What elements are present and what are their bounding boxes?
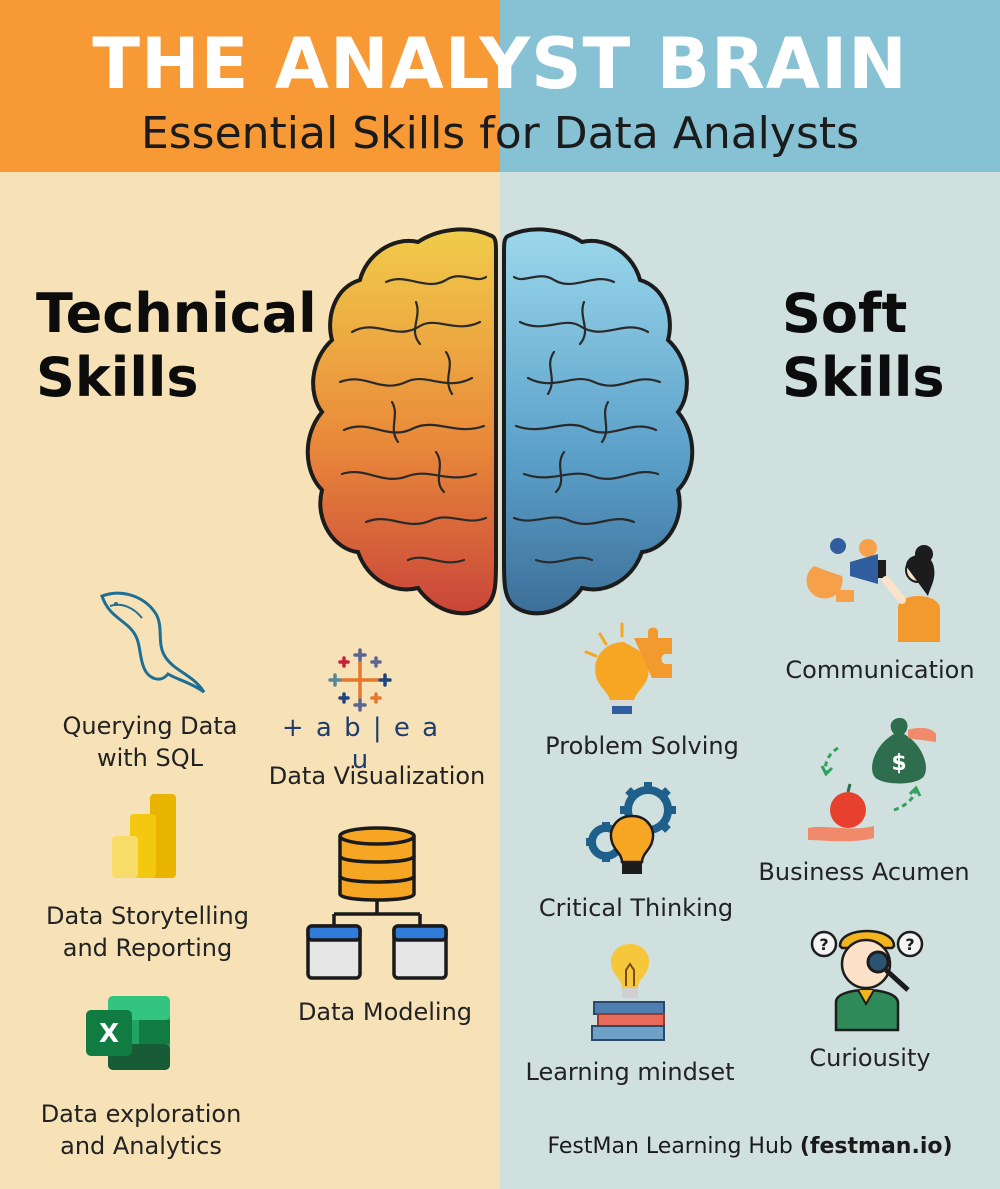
storytelling-label-line2: and Reporting (62, 934, 233, 962)
technical-heading-line1: Technical (36, 282, 317, 345)
question-mark-right: ? (905, 935, 914, 954)
modeling-label-line1: Data Modeling (297, 998, 473, 1026)
excel-icon: X (86, 996, 170, 1070)
storytelling-label-line1: Data Storytelling (46, 902, 249, 930)
sql-label-line1: Querying Data (62, 712, 238, 740)
sql-label-line2: with SQL (96, 744, 204, 772)
soft-skills-heading: Soft Skills (782, 282, 944, 410)
learning-mindset-label-line1: Learning mindset (525, 1058, 735, 1086)
skill-label-business-acumen: Business Acumen (748, 856, 980, 888)
brain-left-hemisphere (305, 227, 498, 616)
footer-link[interactable]: (festman.io) (800, 1134, 953, 1159)
exploration-label-line1: Data exploration (40, 1100, 242, 1128)
footer-text: FestMan Learning Hub (547, 1134, 793, 1159)
skill-label-learning-mindset: Learning mindset (510, 1056, 750, 1088)
tableau-logo-icon (328, 648, 392, 712)
visualization-label-line1: Data Visualization (268, 762, 486, 790)
skill-label-exploration: Data exploration and Analytics (26, 1098, 256, 1162)
gears-lightbulb-icon (586, 782, 676, 874)
skill-label-storytelling: Data Storytelling and Reporting (30, 900, 265, 964)
brain-right-hemisphere (502, 227, 695, 616)
skill-label-communication: Communication (770, 654, 990, 686)
technical-heading-line2: Skills (36, 346, 199, 409)
curiosity-label-line1: Curiousity (809, 1044, 931, 1072)
problem-solving-label-line1: Problem Solving (545, 732, 739, 760)
excel-letter: X (99, 1019, 119, 1049)
money-bag-apple-icon: $ (808, 718, 936, 842)
skill-label-critical-thinking: Critical Thinking (526, 892, 746, 924)
books-lightbulb-icon (591, 944, 665, 1041)
database-model-icon (306, 826, 448, 980)
communication-label-line1: Communication (785, 656, 975, 684)
question-mark-left: ? (819, 935, 828, 954)
skill-label-visualization: Data Visualization (262, 760, 492, 792)
footer-credit: FestMan Learning Hub (festman.io) (500, 1134, 1000, 1159)
dollar-sign: $ (891, 751, 906, 776)
soft-heading-line2: Skills (782, 346, 945, 409)
magnifier-person-icon: ? ? (810, 929, 924, 1032)
exploration-label-line2: and Analytics (60, 1132, 222, 1160)
soft-heading-line1: Soft (782, 282, 908, 345)
skill-label-modeling: Data Modeling (282, 996, 488, 1028)
skill-label-curiosity: Curiousity (770, 1042, 970, 1074)
lightbulb-puzzle-icon (584, 622, 672, 714)
skill-label-sql: Querying Data with SQL (40, 710, 260, 774)
critical-thinking-label-line1: Critical Thinking (538, 894, 734, 922)
mysql-dolphin-icon (100, 591, 206, 694)
business-acumen-label-line1: Business Acumen (758, 858, 970, 886)
page-title: THE ANALYST BRAIN (92, 23, 908, 105)
technical-skills-heading: Technical Skills (36, 282, 317, 410)
megaphone-woman-icon (806, 538, 940, 642)
brain-icon (305, 227, 695, 616)
skill-label-problem-solving: Problem Solving (530, 730, 754, 762)
page-subtitle: Essential Skills for Data Analysts (140, 108, 860, 159)
power-bi-icon (112, 794, 176, 878)
